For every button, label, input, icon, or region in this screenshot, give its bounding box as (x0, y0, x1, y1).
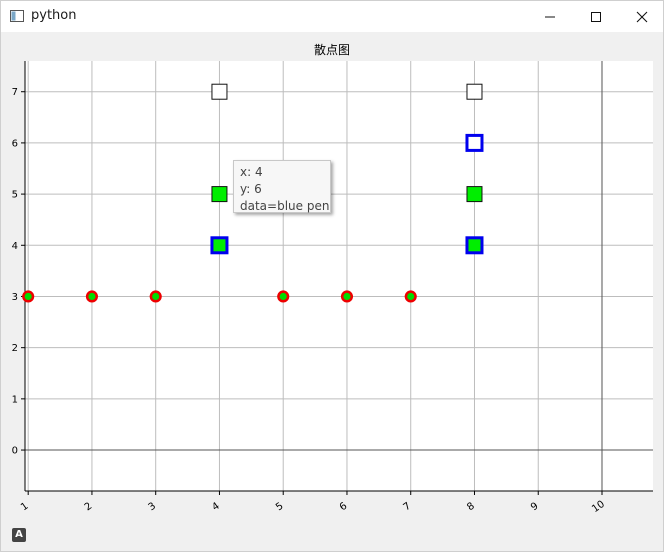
data-point-circle (85, 290, 98, 303)
title-bar[interactable]: python (1, 1, 663, 32)
data-point-square (466, 186, 483, 203)
data-point-square (465, 133, 484, 152)
x-tick-label: 9 (529, 501, 541, 514)
minimize-button[interactable] (527, 1, 573, 32)
y-tick-label: 6 (12, 138, 18, 149)
tooltip-y: y: 6 (240, 182, 262, 196)
x-tick-label: 10 (590, 499, 607, 515)
tooltip-x: x: 4 (240, 165, 263, 179)
x-tick-label: 4 (210, 501, 222, 514)
x-tick-label: 3 (147, 501, 159, 514)
minimize-icon (545, 16, 555, 17)
data-point-circle (277, 290, 290, 303)
y-tick-label: 7 (12, 87, 18, 98)
x-tick-label: 5 (274, 501, 286, 514)
y-tick-label: 0 (12, 446, 18, 457)
app-window: python 散点图 0 1 2 3 4 5 6 7 1 2 3 4 5 6 7 8 9 10 x: 4 y: 6… (0, 0, 664, 552)
x-tick-label: 7 (402, 501, 414, 514)
y-tick-label: 5 (12, 190, 18, 201)
data-point-circle (404, 290, 417, 303)
scatter-plot[interactable]: 0 1 2 3 4 5 6 7 1 2 3 4 5 6 7 8 9 10 (11, 61, 655, 525)
y-tick-label: 1 (12, 394, 18, 405)
x-tick-label: 8 (465, 501, 477, 514)
autoscale-icon[interactable]: A (12, 528, 26, 542)
data-point-square (466, 83, 483, 100)
y-tick-label: 3 (12, 292, 18, 303)
data-point-circle (22, 290, 35, 303)
y-tick-label: 2 (12, 343, 18, 354)
data-point-circle (149, 290, 162, 303)
y-tick-label: 4 (12, 241, 18, 252)
data-point-square (211, 186, 228, 203)
maximize-button[interactable] (573, 1, 619, 32)
data-point-circle (340, 290, 354, 303)
tooltip-data: data=blue pen (240, 199, 330, 213)
close-icon (636, 11, 648, 22)
maximize-icon (591, 11, 601, 22)
data-tooltip: x: 4 y: 6 data=blue pen (233, 160, 331, 213)
data-point-square (210, 236, 229, 255)
x-tick-label: 1 (19, 501, 31, 514)
plot-area (25, 61, 653, 491)
window-title: python (31, 8, 77, 23)
chart-title: 散点图 (313, 43, 350, 57)
x-tick-label: 2 (83, 501, 95, 514)
app-icon (10, 10, 24, 22)
close-button[interactable] (619, 1, 664, 32)
data-point-square (465, 236, 484, 255)
data-point-square (211, 83, 228, 100)
x-tick-label: 6 (338, 501, 350, 514)
